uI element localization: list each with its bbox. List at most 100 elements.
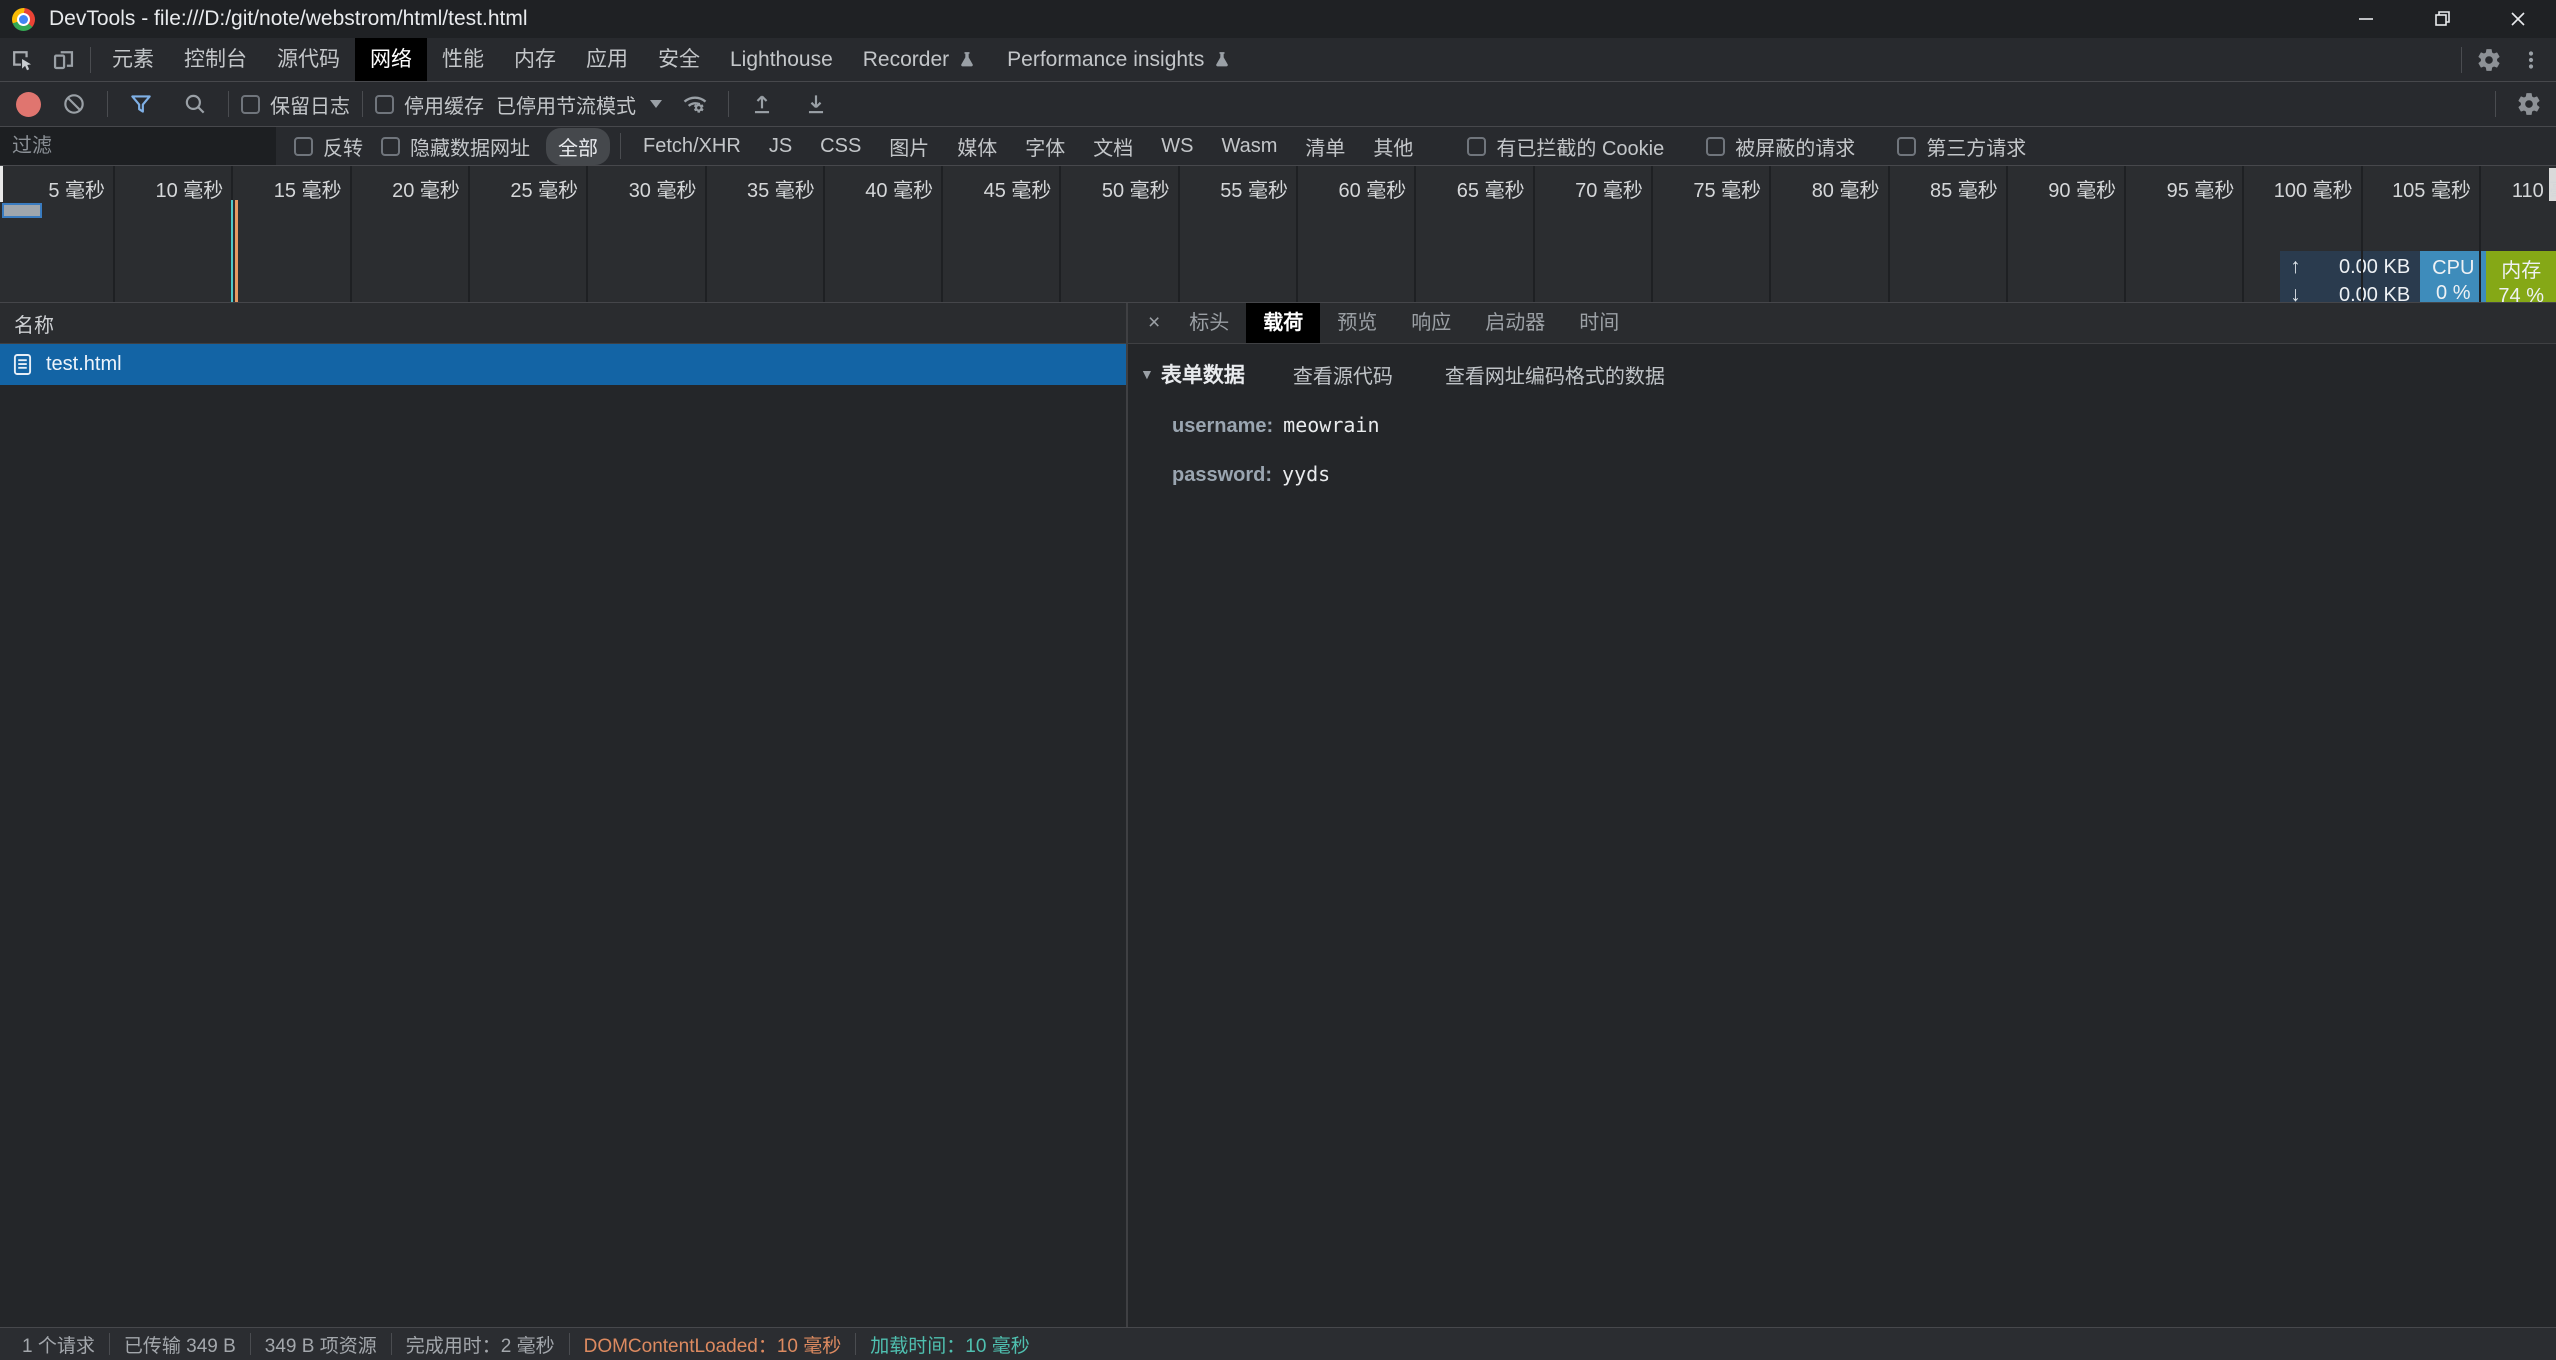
main-tab-label: 控制台 <box>184 38 247 81</box>
main-tab-lighthouse[interactable]: Lighthouse <box>715 38 848 81</box>
preserve-log-checkbox[interactable] <box>241 95 260 114</box>
disable-cache-checkbox[interactable] <box>375 95 394 114</box>
request-row[interactable]: test.html <box>0 344 1126 385</box>
name-column-header[interactable]: 名称 <box>0 303 1126 344</box>
filter-blocked-requests-control[interactable]: 被屏蔽的请求 <box>1706 132 1855 161</box>
detail-tab-preview[interactable]: 预览 <box>1320 303 1394 343</box>
main-tab-label: 应用 <box>586 38 628 81</box>
timeline-tick-label: 20 毫秒 <box>392 174 468 203</box>
filter-third-party-requests-control[interactable]: 第三方请求 <box>1897 132 2026 161</box>
request-name: test.html <box>46 353 122 376</box>
filter-type-css[interactable]: CSS <box>808 131 873 162</box>
memory-meter: 内存 74 % <box>2486 251 2556 303</box>
detail-tab-timing[interactable]: 时间 <box>1562 303 1636 343</box>
timeline-tick-label: 50 毫秒 <box>1102 174 1178 203</box>
status-transferred: 已传输 349 B <box>110 1331 250 1358</box>
download-arrow-icon: ↓ <box>2290 283 2312 303</box>
export-har-button[interactable] <box>795 85 837 123</box>
window-titlebar: DevTools - file:///D:/git/note/webstrom/… <box>0 0 2556 38</box>
filter-type-js[interactable]: JS <box>757 131 804 162</box>
devtools-tabbar: 元素控制台源代码网络性能内存应用安全LighthouseRecorderPerf… <box>0 38 2556 82</box>
extra-filter-checkboxes: 有已拦截的 Cookie 被屏蔽的请求 第三方请求 <box>1449 132 2026 161</box>
status-request-count: 1 个请求 <box>8 1331 109 1358</box>
close-button[interactable] <box>2480 0 2556 38</box>
filter-type-docs[interactable]: 文档 <box>1081 128 1145 165</box>
filter-type-images[interactable]: 图片 <box>877 128 941 165</box>
detail-tab-initiator[interactable]: 启动器 <box>1468 303 1562 343</box>
restore-button[interactable] <box>2404 0 2480 38</box>
hide-data-urls-checkbox[interactable] <box>381 137 400 156</box>
detail-tab-response[interactable]: 响应 <box>1394 303 1468 343</box>
device-toolbar-button[interactable] <box>42 41 84 79</box>
main-tab-application[interactable]: 应用 <box>571 38 643 81</box>
request-overview-bar[interactable] <box>2 203 42 218</box>
flask-icon <box>1212 49 1232 71</box>
disable-cache-control[interactable]: 停用缓存 <box>375 90 484 119</box>
export-arrow-down-icon <box>803 91 829 117</box>
main-tab-sources[interactable]: 源代码 <box>262 38 355 81</box>
timeline-gridline <box>1769 166 1771 302</box>
throttling-dropdown[interactable]: 已停用节流模式 <box>496 90 662 119</box>
timeline-tick-label: 5 毫秒 <box>48 174 113 203</box>
more-options-button[interactable] <box>2510 41 2552 79</box>
payload-param-value: meowrain <box>1283 413 1379 437</box>
main-tab-network[interactable]: 网络 <box>355 38 427 81</box>
invert-checkbox[interactable] <box>294 137 313 156</box>
timeline-gridline <box>586 166 588 302</box>
close-details-button[interactable]: × <box>1148 311 1160 335</box>
filter-type-wasm[interactable]: Wasm <box>1210 131 1290 162</box>
filter-type-fonts[interactable]: 字体 <box>1013 128 1077 165</box>
filter-type-fetch-xhr[interactable]: Fetch/XHR <box>631 131 753 162</box>
status-load-time: 加载时间：10 毫秒 <box>856 1331 1043 1358</box>
settings-button[interactable] <box>2468 41 2510 79</box>
invert-filter-control[interactable]: 反转 <box>294 132 363 161</box>
filter-type-media[interactable]: 媒体 <box>945 128 1009 165</box>
main-tab-performance[interactable]: 性能 <box>427 38 499 81</box>
payload-header: ▼ 表单数据 查看源代码 查看网址编码格式的数据 <box>1140 359 2556 389</box>
timeline-tick-label: 25 毫秒 <box>510 174 586 203</box>
search-button[interactable] <box>174 85 216 123</box>
main-tab-performance-insights[interactable]: Performance insights <box>992 38 1247 81</box>
clear-network-log-button[interactable] <box>53 85 95 123</box>
form-data-section-title[interactable]: 表单数据 <box>1161 359 1245 389</box>
main-tab-recorder[interactable]: Recorder <box>848 38 992 81</box>
detail-tab-headers[interactable]: 标头 <box>1172 303 1246 343</box>
main-tab-label: 内存 <box>514 38 556 81</box>
filter-type-ws[interactable]: WS <box>1149 131 1205 162</box>
timeline-tick-label: 95 毫秒 <box>2167 174 2243 203</box>
blocked-requests-checkbox[interactable] <box>1706 137 1725 156</box>
filter-toggle-button[interactable] <box>120 85 162 123</box>
toolbar-divider <box>107 91 108 117</box>
record-network-log-button[interactable] <box>16 92 41 117</box>
view-source-link[interactable]: 查看源代码 <box>1293 360 1393 389</box>
filter-blocked-cookies-control[interactable]: 有已拦截的 Cookie <box>1467 132 1664 161</box>
main-tab-elements[interactable]: 元素 <box>97 38 169 81</box>
view-urlencoded-link[interactable]: 查看网址编码格式的数据 <box>1445 360 1665 389</box>
main-tab-console[interactable]: 控制台 <box>169 38 262 81</box>
minimize-button[interactable] <box>2328 0 2404 38</box>
filter-type-other[interactable]: 其他 <box>1361 128 1425 165</box>
filter-input[interactable] <box>0 127 276 165</box>
disclosure-triangle-icon[interactable]: ▼ <box>1140 366 1154 382</box>
detail-tab-payload[interactable]: 载荷 <box>1246 303 1320 343</box>
network-settings-button[interactable] <box>2508 85 2550 123</box>
timeline-gridline <box>350 166 352 302</box>
upload-arrow-icon: ↑ <box>2290 255 2312 279</box>
preserve-log-control[interactable]: 保留日志 <box>241 90 350 119</box>
hide-data-urls-control[interactable]: 隐藏数据网址 <box>381 132 530 161</box>
import-har-button[interactable] <box>741 85 783 123</box>
payload-param-key: username: <box>1172 415 1273 438</box>
timeline-gridline <box>1888 166 1890 302</box>
network-conditions-button[interactable] <box>674 85 716 123</box>
filter-type-manifest[interactable]: 清单 <box>1293 128 1357 165</box>
network-overview-timeline[interactable]: ↑0.00 KB ↓0.00 KB CPU 0 % 内存 74 % 5 毫秒10… <box>0 166 2556 303</box>
main-tab-memory[interactable]: 内存 <box>499 38 571 81</box>
third-party-requests-checkbox[interactable] <box>1897 137 1916 156</box>
filter-type-all[interactable]: 全部 <box>546 128 610 165</box>
network-conditions-icon <box>681 90 709 118</box>
blocked-cookies-label: 有已拦截的 Cookie <box>1496 132 1664 161</box>
blocked-cookies-checkbox[interactable] <box>1467 137 1486 156</box>
main-tab-security[interactable]: 安全 <box>643 38 715 81</box>
inspect-element-button[interactable] <box>0 41 42 79</box>
timeline-tick-label: 60 毫秒 <box>1338 174 1414 203</box>
